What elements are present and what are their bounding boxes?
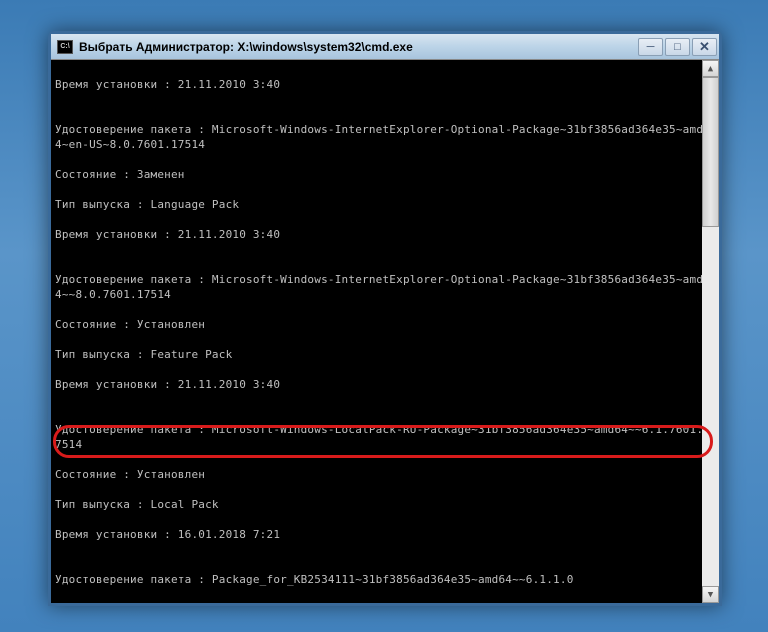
output-line: Тип выпуска : Language Pack (55, 197, 715, 212)
output-line: Тип выпуска : Feature Pack (55, 347, 715, 362)
scroll-thumb[interactable] (702, 77, 719, 227)
output-line: Состояние : Установлен (55, 602, 715, 603)
cmd-icon: C:\ (57, 40, 73, 54)
output-line: Время установки : 16.01.2018 7:21 (55, 527, 715, 542)
minimize-button[interactable]: ─ (638, 38, 663, 56)
output-line: Удостоверение пакета : Package_for_KB253… (55, 572, 715, 587)
scroll-down-button[interactable]: ▼ (702, 586, 719, 603)
scrollbar[interactable]: ▲ ▼ (702, 60, 719, 603)
output-line: Тип выпуска : Local Pack (55, 497, 715, 512)
output-line: Состояние : Установлен (55, 467, 715, 482)
output-line: Удостоверение пакета : Microsoft-Windows… (55, 122, 715, 152)
output-line: Удостоверение пакета : Microsoft-Windows… (55, 272, 715, 302)
cmd-window: C:\ Выбрать Администратор: X:\windows\sy… (48, 31, 722, 606)
maximize-button[interactable]: □ (665, 38, 690, 56)
close-button[interactable]: ✕ (692, 38, 717, 56)
output-line: Состояние : Заменен (55, 167, 715, 182)
titlebar[interactable]: C:\ Выбрать Администратор: X:\windows\sy… (51, 34, 719, 60)
output-line: Время установки : 21.11.2010 3:40 (55, 77, 715, 92)
terminal-output[interactable]: Время установки : 21.11.2010 3:40 Удосто… (51, 60, 719, 603)
output-line: Время установки : 21.11.2010 3:40 (55, 377, 715, 392)
scroll-up-button[interactable]: ▲ (702, 60, 719, 77)
output-line: Время установки : 21.11.2010 3:40 (55, 227, 715, 242)
window-title: Выбрать Администратор: X:\windows\system… (77, 40, 638, 54)
output-line: Состояние : Установлен (55, 317, 715, 332)
window-controls: ─ □ ✕ (638, 38, 717, 56)
output-line: Удостоверение пакета : Microsoft-Windows… (55, 422, 715, 452)
